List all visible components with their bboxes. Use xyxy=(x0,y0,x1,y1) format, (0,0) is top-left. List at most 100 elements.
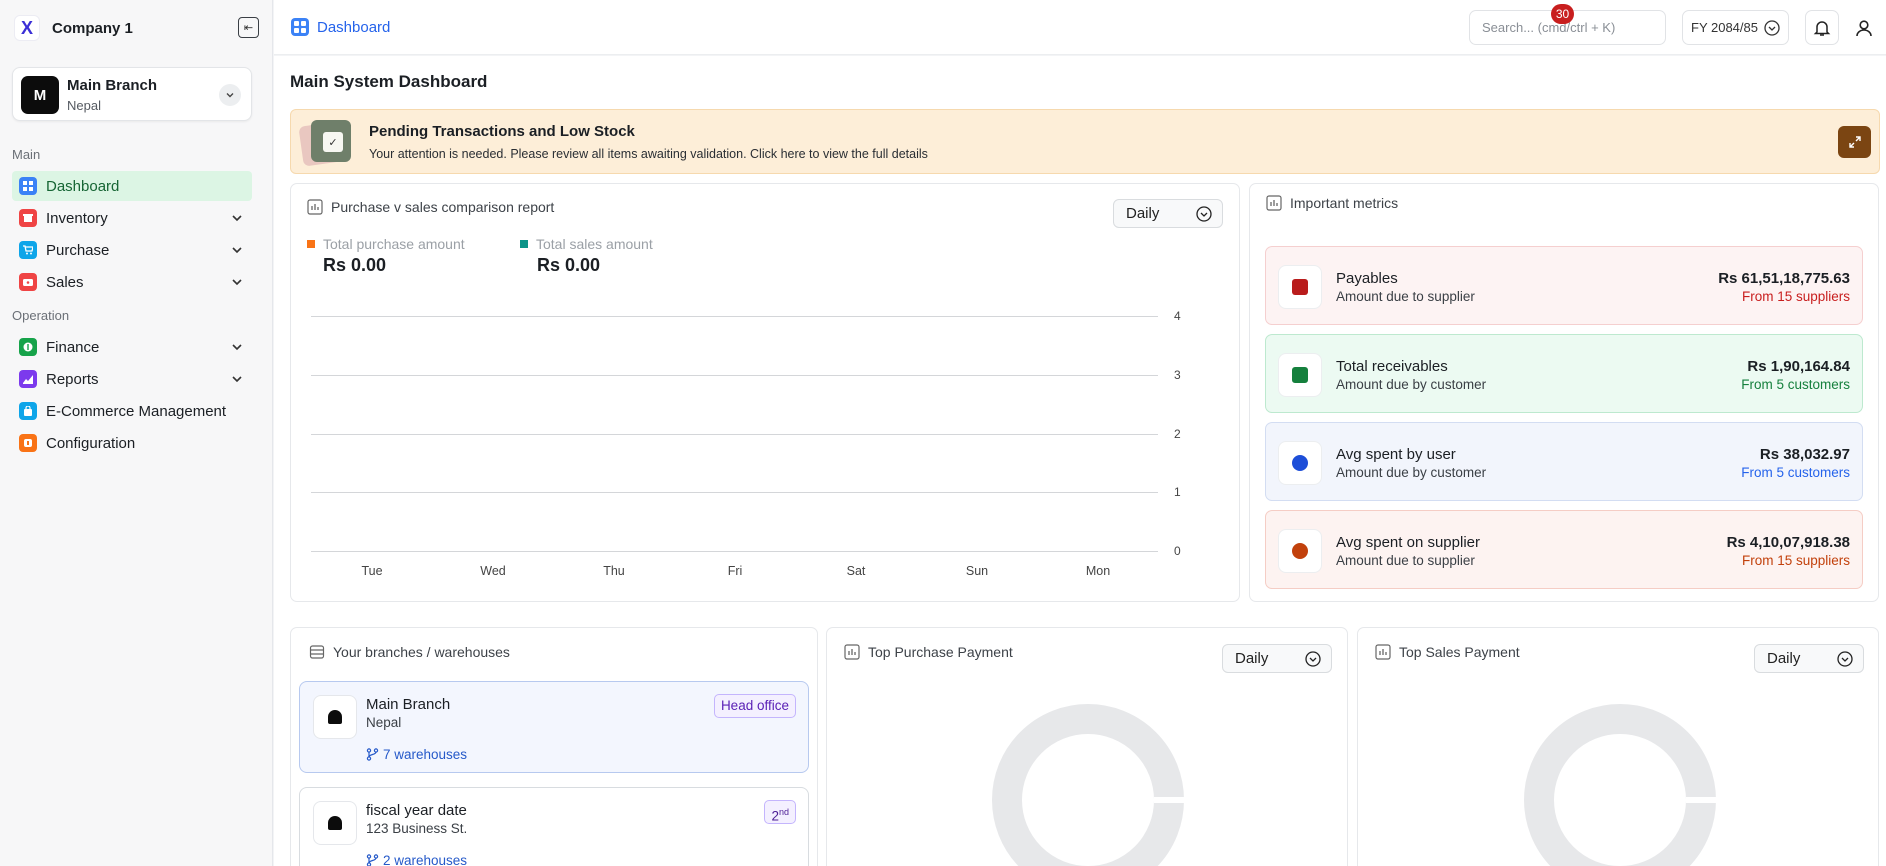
metric-value: Rs 1,90,164.84 xyxy=(1747,358,1850,375)
sidebar-item-label: E-Commerce Management xyxy=(46,402,227,420)
branch-name: Main Branch xyxy=(366,696,451,713)
branch-avatar: M xyxy=(21,76,59,114)
sidebar-item-finance[interactable]: Finance xyxy=(12,332,252,362)
sidebar-item-label: Configuration xyxy=(46,434,136,452)
checklist-illustration-icon: ✓ xyxy=(298,118,351,167)
sidebar-item-configuration[interactable]: Configuration xyxy=(12,428,252,458)
metric-note: From 5 customers xyxy=(1741,377,1850,392)
purchase-total-value: Rs 0.00 xyxy=(323,255,387,275)
top-sales-title: Top Sales Payment xyxy=(1399,644,1520,660)
sidebar-item-purchase[interactable]: Purchase xyxy=(12,235,252,265)
x-tick-label: Tue xyxy=(361,564,383,578)
pending-alert-banner[interactable]: ✓ Pending Transactions and Low Stock You… xyxy=(290,109,1880,174)
bar-chart-icon xyxy=(844,644,860,660)
chevron-down-icon[interactable] xyxy=(230,211,244,225)
warehouses-count: 7 warehouses xyxy=(383,747,468,762)
branch-selector[interactable]: M Main Branch Nepal xyxy=(12,67,252,121)
bar-chart-icon xyxy=(1375,644,1391,660)
sidebar-item-dashboard[interactable]: Dashboard xyxy=(12,171,252,201)
sidebar-item-ecommerce[interactable]: E-Commerce Management xyxy=(12,396,252,426)
period-value: Daily xyxy=(1767,650,1801,667)
head-office-badge: Head office xyxy=(713,694,796,718)
sidebar-item-label: Sales xyxy=(46,273,84,291)
collapse-icon: ⇤ xyxy=(243,22,254,34)
legend-purchase: Total purchase amount xyxy=(307,236,465,252)
chevron-down-icon[interactable] xyxy=(230,275,244,289)
chart-point xyxy=(1097,550,1099,552)
y-tick-label: 4 xyxy=(1174,309,1181,323)
warehouses-link[interactable]: 2 warehouses xyxy=(366,853,467,866)
branches-card-header: Your branches / warehouses xyxy=(309,644,510,660)
breadcrumb[interactable]: Dashboard xyxy=(291,18,390,36)
rank-badge: 2nd xyxy=(764,800,796,824)
sidebar-item-sales[interactable]: Sales xyxy=(12,267,252,297)
expand-button[interactable] xyxy=(1838,126,1871,158)
grid-icon xyxy=(291,18,309,36)
metric-receivables[interactable]: Total receivables Amount due by customer… xyxy=(1265,334,1863,413)
period-value: Daily xyxy=(1235,650,1269,667)
comparison-title: Purchase v sales comparison report xyxy=(331,199,555,215)
metric-avg-spent-user[interactable]: Avg spent by user Amount due by customer… xyxy=(1265,422,1863,501)
x-tick-label: Sat xyxy=(846,564,866,578)
branch-card-secondary[interactable]: fiscal year date 123 Business St. 2 ware… xyxy=(299,787,809,866)
sidebar-item-reports[interactable]: Reports xyxy=(12,364,252,394)
x-tick-label: Wed xyxy=(480,564,506,578)
top-sales-period-select[interactable]: Daily xyxy=(1754,644,1864,673)
gear-icon xyxy=(19,434,37,452)
chart-point xyxy=(371,550,373,552)
chart-gridline xyxy=(311,433,1158,435)
company-name: Company 1 xyxy=(52,19,133,37)
collapse-sidebar-button[interactable]: ⇤ xyxy=(238,17,259,38)
x-tick-label: Sun xyxy=(965,564,989,578)
chevron-down-icon xyxy=(1196,206,1212,222)
warehouse-list-icon xyxy=(309,645,325,659)
chart-point xyxy=(613,550,615,552)
chevron-down-icon[interactable] xyxy=(219,84,241,106)
sidebar: X Company 1 ⇤ M Main Branch Nepal Main D… xyxy=(0,0,273,866)
payables-icon xyxy=(1278,265,1322,309)
branch-location: 123 Business St. xyxy=(366,821,468,836)
warehouses-count: 2 warehouses xyxy=(383,853,468,866)
donut-gap xyxy=(1686,797,1716,803)
metric-payables[interactable]: Payables Amount due to supplier Rs 61,51… xyxy=(1265,246,1863,325)
metrics-card-header: Important metrics xyxy=(1266,195,1398,211)
receivables-icon xyxy=(1278,353,1322,397)
coin-icon xyxy=(19,338,37,356)
chevron-down-icon[interactable] xyxy=(230,243,244,257)
metric-subtitle: Amount due by customer xyxy=(1336,377,1487,392)
metric-title: Payables xyxy=(1336,270,1398,287)
chart-point xyxy=(855,550,857,552)
notifications-button[interactable] xyxy=(1805,10,1839,45)
comparison-period-select[interactable]: Daily xyxy=(1113,199,1223,228)
chart-gridline xyxy=(311,492,1158,494)
metric-avg-spent-supplier[interactable]: Avg spent on supplier Amount due to supp… xyxy=(1265,510,1863,589)
chevron-down-icon xyxy=(1305,651,1321,667)
metric-value: Rs 38,032.97 xyxy=(1759,446,1850,463)
fiscal-year-label: FY 2084/85 xyxy=(1691,20,1758,35)
branch-name: Main Branch xyxy=(67,77,158,94)
chevron-down-icon[interactable] xyxy=(230,372,244,386)
top-purchase-period-select[interactable]: Daily xyxy=(1222,644,1332,673)
company-logo[interactable]: X xyxy=(14,15,40,41)
metric-subtitle: Amount due to supplier xyxy=(1336,289,1475,304)
branch-fork-icon xyxy=(366,854,379,866)
chevron-down-icon xyxy=(1837,651,1853,667)
user-spend-icon xyxy=(1278,441,1322,485)
branch-card-main[interactable]: Main Branch Nepal 7 warehouses Head offi… xyxy=(299,681,809,773)
alert-message[interactable]: Your attention is needed. Please review … xyxy=(369,147,928,161)
y-tick-label: 0 xyxy=(1174,544,1181,558)
chart-gridline xyxy=(311,316,1158,317)
store-icon xyxy=(313,695,357,739)
store-icon xyxy=(19,402,37,420)
metric-note: From 15 suppliers xyxy=(1741,553,1850,568)
chevron-down-icon xyxy=(1764,20,1780,36)
chevron-down-icon[interactable] xyxy=(230,340,244,354)
user-menu-button[interactable] xyxy=(1849,10,1879,45)
breadcrumb-current[interactable]: Dashboard xyxy=(317,19,390,36)
chart-icon xyxy=(19,370,37,388)
supplier-spend-icon xyxy=(1278,529,1322,573)
fiscal-year-selector[interactable]: FY 2084/85 xyxy=(1682,10,1789,45)
sidebar-item-inventory[interactable]: Inventory xyxy=(12,203,252,233)
warehouses-link[interactable]: 7 warehouses xyxy=(366,747,467,762)
bar-chart-icon xyxy=(307,199,323,215)
